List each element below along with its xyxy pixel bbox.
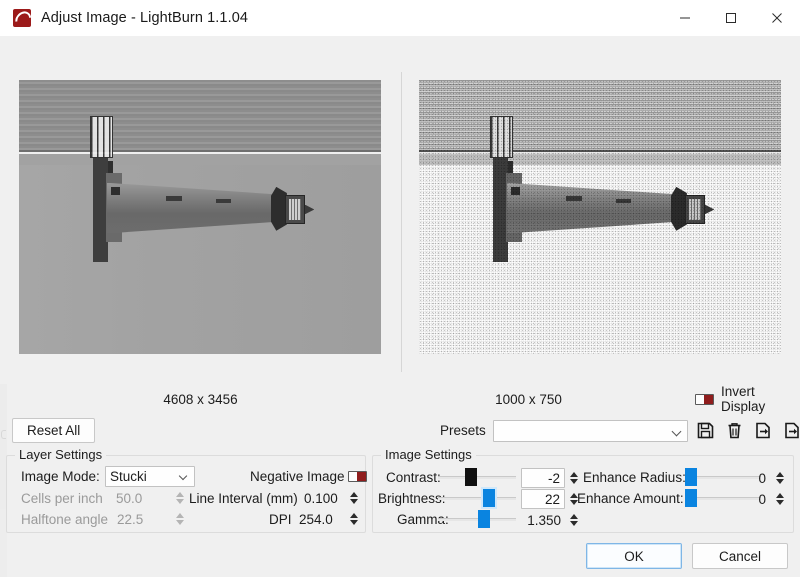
gamma-value: 1.350: [527, 512, 561, 528]
brightness-value: 22: [544, 491, 560, 507]
presets-row: Reset All Presets: [0, 414, 800, 447]
enhance-radius-stepper[interactable]: [774, 469, 785, 487]
image-mode-combo[interactable]: Stucki: [105, 466, 195, 487]
lightburn-flame-icon: [13, 9, 31, 27]
invert-display-toggle[interactable]: [695, 393, 714, 405]
dpi-stepper[interactable]: [348, 510, 359, 528]
brightness-label: Brightness:: [378, 491, 446, 506]
cancel-button[interactable]: Cancel: [692, 543, 788, 569]
presets-combo[interactable]: [492, 419, 688, 442]
line-interval-value[interactable]: 0.100: [304, 491, 338, 506]
original-image-preview: [19, 80, 381, 354]
export-preset-icon[interactable]: [782, 420, 800, 442]
gamma-stepper[interactable]: [568, 511, 579, 529]
processed-image-preview: [419, 80, 781, 354]
image-mode-value: Stucki: [110, 469, 147, 484]
close-button[interactable]: [754, 0, 800, 36]
line-interval-label: Line Interval (mm): [189, 491, 298, 506]
negative-image-toggle[interactable]: [348, 471, 367, 482]
halftone-angle-stepper[interactable]: [174, 510, 185, 528]
brightness-field[interactable]: 22: [521, 489, 565, 509]
delete-preset-icon[interactable]: [724, 420, 746, 442]
enhance-amount-label: Enhance Amount:: [577, 491, 684, 506]
contrast-slider[interactable]: [438, 468, 516, 486]
settings-area: Layer Settings Image Mode: Stucki Negati…: [0, 447, 800, 577]
enhance-amount-stepper[interactable]: [774, 490, 785, 508]
presets-group: Presets: [440, 419, 800, 442]
window-controls: [662, 0, 800, 36]
chevron-down-icon: [178, 471, 188, 481]
railing-shape: [89, 115, 114, 159]
ok-button[interactable]: OK: [586, 543, 682, 569]
image-settings-title: Image Settings: [381, 447, 476, 462]
invert-display-control[interactable]: Invert Display: [695, 384, 800, 414]
brightness-slider[interactable]: [438, 489, 516, 507]
save-preset-icon[interactable]: [695, 420, 717, 442]
enhance-amount-value: 0: [758, 491, 766, 507]
cells-per-inch-value[interactable]: 50.0: [116, 491, 142, 506]
gamma-slider[interactable]: [438, 510, 516, 528]
contrast-field[interactable]: -2: [521, 468, 565, 488]
layer-settings-group: Layer Settings Image Mode: Stucki Negati…: [6, 447, 367, 533]
invert-display-label: Invert Display: [721, 384, 766, 414]
adjust-image-dialog: Adjust Image - LightBurn 1.1.04 4608 x 3…: [0, 0, 800, 577]
negative-image-label: Negative Image: [250, 469, 345, 484]
contrast-stepper[interactable]: [568, 469, 579, 487]
contrast-slider-handle[interactable]: [465, 468, 477, 486]
enhance-radius-value: 0: [758, 470, 766, 486]
gamma-field[interactable]: 1.350: [521, 510, 565, 530]
title-bar: Adjust Image - LightBurn 1.1.04: [0, 0, 800, 36]
processed-dimensions-label: 1000 x 750: [495, 391, 562, 407]
halftone-angle-value[interactable]: 22.5: [117, 512, 143, 527]
enhance-radius-slider-handle[interactable]: [685, 468, 697, 486]
window-title: Adjust Image - LightBurn 1.1.04: [41, 10, 249, 26]
import-preset-icon[interactable]: [753, 420, 775, 442]
dpi-label: DPI: [269, 512, 292, 527]
processed-preview-pane: [400, 36, 800, 384]
gamma-slider-handle[interactable]: [478, 510, 490, 528]
enhance-amount-slider-handle[interactable]: [685, 489, 697, 507]
dpi-value[interactable]: 254.0: [299, 512, 333, 527]
cells-per-inch-stepper[interactable]: [174, 489, 185, 507]
dialog-button-row: OK Cancel: [586, 543, 788, 569]
presets-label: Presets: [440, 423, 486, 438]
original-preview-pane: [0, 36, 400, 384]
image-settings-group: Image Settings Contrast: -2 Brightness: …: [372, 447, 794, 533]
layer-settings-title: Layer Settings: [15, 447, 107, 462]
contrast-value: -2: [547, 470, 560, 486]
maximize-button[interactable]: [708, 0, 754, 36]
preview-area: [0, 36, 800, 384]
image-mode-label: Image Mode:: [21, 469, 100, 484]
enhance-amount-field[interactable]: 0: [730, 489, 770, 509]
cells-per-inch-label: Cells per inch: [21, 491, 103, 506]
image-info-row: 4608 x 3456 1000 x 750 Invert Display: [0, 384, 800, 414]
contrast-label: Contrast:: [386, 470, 441, 485]
chevron-down-icon: [671, 426, 682, 436]
line-interval-stepper[interactable]: [348, 489, 359, 507]
reset-all-button[interactable]: Reset All: [12, 418, 96, 443]
enhance-radius-field[interactable]: 0: [730, 468, 770, 488]
original-dimensions-label: 4608 x 3456: [163, 391, 238, 407]
brightness-slider-handle[interactable]: [483, 489, 495, 507]
minimize-button[interactable]: [662, 0, 708, 36]
halftone-angle-label: Halftone angle: [21, 512, 109, 527]
enhance-radius-label: Enhance Radius:: [583, 470, 686, 485]
